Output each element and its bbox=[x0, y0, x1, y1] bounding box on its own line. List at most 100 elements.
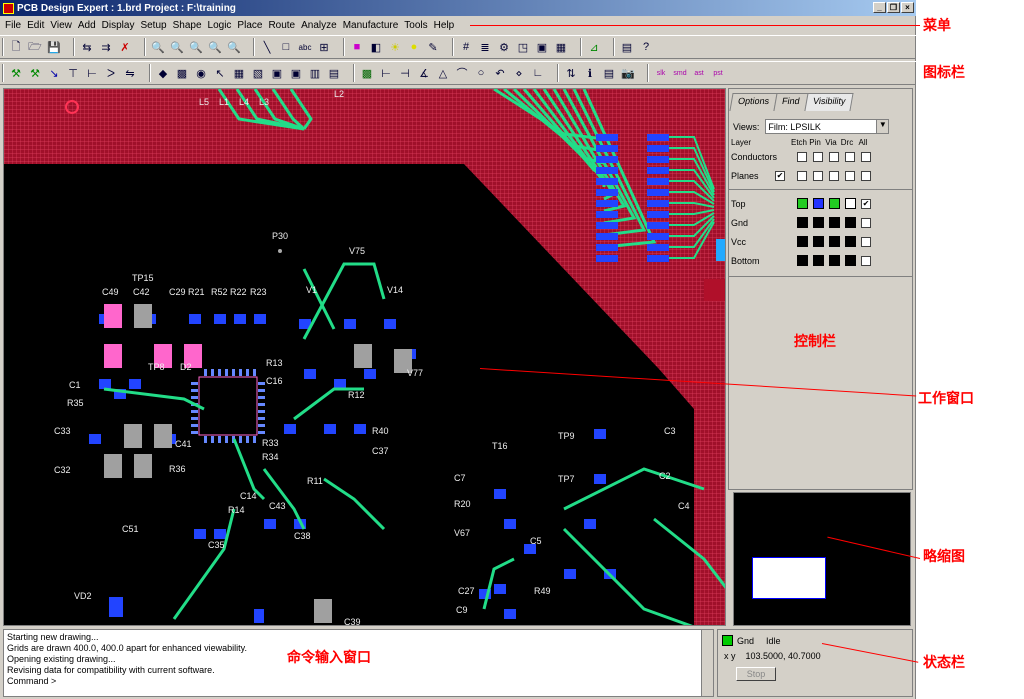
spread-icon[interactable]: ⊢ bbox=[83, 64, 101, 82]
fill-icon[interactable]: ▤ bbox=[325, 64, 343, 82]
color-swatch[interactable] bbox=[797, 198, 808, 209]
color-swatch[interactable] bbox=[813, 217, 824, 228]
add-connect-icon[interactable]: ⚒ bbox=[7, 64, 25, 82]
drc-icon[interactable]: ⚙ bbox=[495, 38, 513, 56]
new-icon[interactable]: 🗋 bbox=[7, 38, 25, 56]
checkbox[interactable] bbox=[861, 217, 871, 228]
corner-icon[interactable]: ∟ bbox=[529, 64, 547, 82]
vertex-icon[interactable]: ᐳ bbox=[102, 64, 120, 82]
color-swatch[interactable] bbox=[845, 198, 856, 209]
swap-icon[interactable]: ⇋ bbox=[121, 64, 139, 82]
add-text-icon[interactable]: abc bbox=[296, 38, 314, 56]
layers-icon[interactable]: ≣ bbox=[476, 38, 494, 56]
boundary-icon[interactable]: ▥ bbox=[306, 64, 324, 82]
info-icon[interactable]: ℹ bbox=[581, 64, 599, 82]
add-line-icon[interactable]: ╲ bbox=[258, 38, 276, 56]
open-icon[interactable]: 🗁 bbox=[26, 38, 44, 56]
void-icon[interactable]: ▧ bbox=[249, 64, 267, 82]
scrollbar[interactable] bbox=[701, 630, 713, 696]
menu-help[interactable]: Help bbox=[431, 20, 458, 31]
fanout-icon[interactable]: ⊤ bbox=[64, 64, 82, 82]
checkbox[interactable] bbox=[861, 151, 871, 162]
menu-tools[interactable]: Tools bbox=[401, 20, 430, 31]
checkbox[interactable] bbox=[829, 170, 839, 181]
checkbox[interactable] bbox=[861, 236, 871, 247]
pst-icon[interactable]: pst bbox=[709, 64, 727, 82]
menu-logic[interactable]: Logic bbox=[205, 20, 235, 31]
triangle-icon[interactable]: △ bbox=[434, 64, 452, 82]
thumbnail-view[interactable] bbox=[733, 492, 911, 626]
film-icon[interactable]: ▦ bbox=[552, 38, 570, 56]
delete-icon[interactable]: ✗ bbox=[116, 38, 134, 56]
3d-icon[interactable]: ◳ bbox=[514, 38, 532, 56]
menu-add[interactable]: Add bbox=[75, 20, 99, 31]
arc-icon[interactable]: ⌒ bbox=[453, 64, 471, 82]
checkbox[interactable] bbox=[797, 151, 807, 162]
color-swatch[interactable] bbox=[845, 217, 856, 228]
planes-checkbox[interactable]: ✔ bbox=[775, 170, 785, 181]
menu-place[interactable]: Place bbox=[234, 20, 265, 31]
close-button[interactable]: × bbox=[901, 2, 914, 13]
color-icon[interactable]: ■ bbox=[348, 38, 366, 56]
help-icon[interactable]: ? bbox=[637, 38, 655, 56]
zoom-out-icon[interactable]: 🔍 bbox=[187, 38, 205, 56]
copy-icon[interactable]: ⇉ bbox=[97, 38, 115, 56]
checkbox[interactable] bbox=[845, 170, 855, 181]
command-window[interactable]: Starting new drawing... Grids are drawn … bbox=[3, 629, 714, 697]
dimension-icon[interactable]: ▩ bbox=[358, 64, 376, 82]
zoom-in-icon[interactable]: 🔍 bbox=[168, 38, 186, 56]
checkbox[interactable] bbox=[829, 151, 839, 162]
merge-icon[interactable]: ▣ bbox=[268, 64, 286, 82]
work-window[interactable]: P30 V75 V1 V14 TP15 C49 C42 C29 R21 R52 R22 R23 R13 C… bbox=[3, 88, 726, 626]
report-icon[interactable]: ▤ bbox=[618, 38, 636, 56]
menu-edit[interactable]: Edit bbox=[24, 20, 47, 31]
color-swatch[interactable] bbox=[797, 217, 808, 228]
views-select[interactable]: Film: LPSILK ▼ bbox=[765, 119, 890, 134]
shadow-icon[interactable]: ◧ bbox=[367, 38, 385, 56]
shape-add-icon[interactable]: ▩ bbox=[173, 64, 191, 82]
bracket-icon[interactable]: ⊣ bbox=[396, 64, 414, 82]
light-icon[interactable]: ☀ bbox=[386, 38, 404, 56]
plugin-icon[interactable]: ⊿ bbox=[585, 38, 603, 56]
menu-analyze[interactable]: Analyze bbox=[298, 20, 340, 31]
edit-shape-icon[interactable]: ▦ bbox=[230, 64, 248, 82]
restore-button[interactable]: ❐ bbox=[887, 2, 900, 13]
stop-button[interactable]: Stop bbox=[736, 667, 776, 681]
color-swatch[interactable] bbox=[845, 255, 856, 266]
table-icon[interactable]: ▤ bbox=[600, 64, 618, 82]
menu-view[interactable]: View bbox=[47, 20, 75, 31]
dehighlight-icon[interactable]: ✎ bbox=[424, 38, 442, 56]
menu-manufacture[interactable]: Manufacture bbox=[340, 20, 402, 31]
color-swatch[interactable] bbox=[813, 198, 824, 209]
smd-icon[interactable]: smd bbox=[671, 64, 689, 82]
pad-icon[interactable]: ◉ bbox=[192, 64, 210, 82]
checkbox[interactable] bbox=[813, 151, 823, 162]
menu-file[interactable]: File bbox=[2, 20, 24, 31]
save-icon[interactable]: 💾 bbox=[45, 38, 63, 56]
ratsnest-icon[interactable]: # bbox=[457, 38, 475, 56]
color-swatch[interactable] bbox=[829, 198, 840, 209]
color-swatch[interactable] bbox=[845, 236, 856, 247]
checkbox[interactable] bbox=[861, 170, 871, 181]
move-icon[interactable]: ⇆ bbox=[78, 38, 96, 56]
place-icon[interactable]: ◆ bbox=[154, 64, 172, 82]
menu-display[interactable]: Display bbox=[99, 20, 138, 31]
color-swatch[interactable] bbox=[797, 255, 808, 266]
command-prompt[interactable]: Command > bbox=[7, 676, 710, 687]
checkbox[interactable] bbox=[797, 170, 807, 181]
highlight-icon[interactable]: ● bbox=[405, 38, 423, 56]
add-rect-icon[interactable]: □ bbox=[277, 38, 295, 56]
slide-icon[interactable]: ⚒ bbox=[26, 64, 44, 82]
angle-icon[interactable]: ∡ bbox=[415, 64, 433, 82]
thumbnail-board[interactable] bbox=[752, 557, 826, 599]
color-swatch[interactable] bbox=[813, 255, 824, 266]
asm-icon[interactable]: ast bbox=[690, 64, 708, 82]
color-swatch[interactable] bbox=[797, 236, 808, 247]
tab-find[interactable]: Find bbox=[773, 93, 809, 111]
color-swatch[interactable] bbox=[829, 255, 840, 266]
camera-icon[interactable]: 📷 bbox=[619, 64, 637, 82]
menu-setup[interactable]: Setup bbox=[137, 20, 169, 31]
route-icon[interactable]: ↘ bbox=[45, 64, 63, 82]
zoom-fit-icon[interactable]: 🔍 bbox=[149, 38, 167, 56]
grid-icon[interactable]: ⊞ bbox=[315, 38, 333, 56]
